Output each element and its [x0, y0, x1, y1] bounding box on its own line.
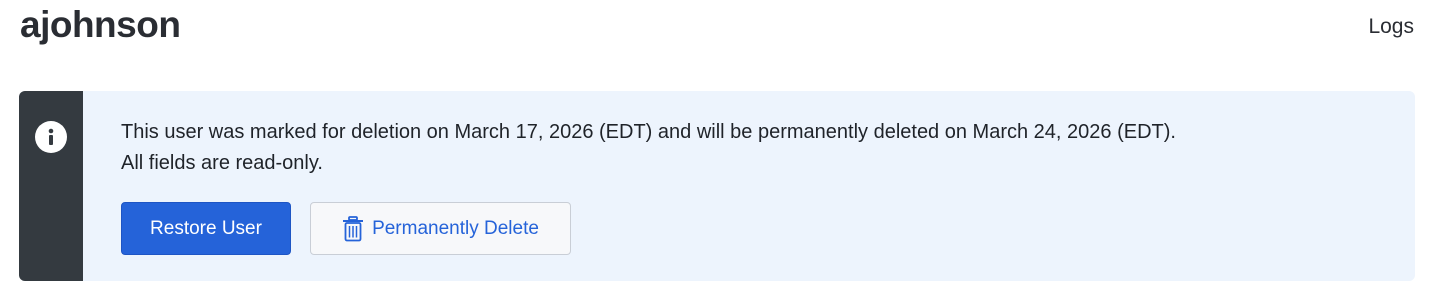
info-icon — [35, 121, 67, 153]
banner-actions: Restore User Permanently Delete — [121, 202, 571, 255]
banner-message: This user was marked for deletion on Mar… — [121, 117, 1381, 179]
banner-message-line1: This user was marked for deletion on Mar… — [121, 121, 1176, 143]
banner-message-line2: All fields are read-only. — [121, 152, 323, 174]
banner-body: This user was marked for deletion on Mar… — [83, 91, 1415, 281]
restore-user-label: Restore User — [150, 217, 262, 239]
permanently-delete-label: Permanently Delete — [372, 217, 539, 239]
trash-icon — [342, 215, 364, 242]
banner-rail — [19, 91, 83, 281]
page-header: ajohnson Logs — [0, 0, 1432, 60]
permanently-delete-button[interactable]: Permanently Delete — [310, 202, 571, 255]
deletion-banner: This user was marked for deletion on Mar… — [19, 91, 1415, 281]
logs-link[interactable]: Logs — [1368, 13, 1414, 41]
page-title: ajohnson — [20, 4, 181, 45]
restore-user-button[interactable]: Restore User — [121, 202, 291, 255]
